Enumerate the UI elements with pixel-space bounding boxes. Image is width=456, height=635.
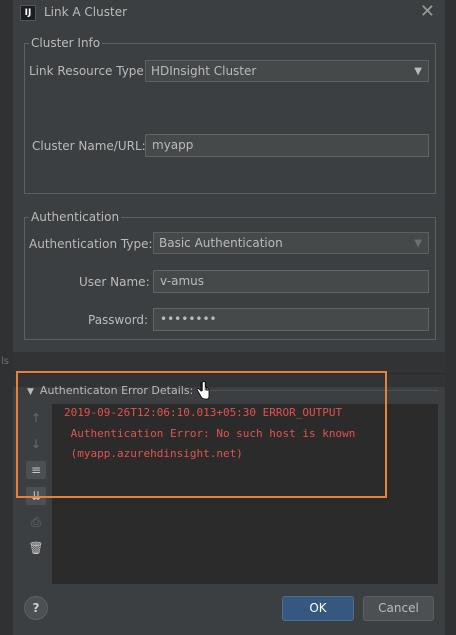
scroll-up-icon[interactable]: ↑ — [26, 409, 46, 427]
error-console[interactable]: 2019-09-26T12:06:10.013+05:30 ERROR_OUTP… — [52, 404, 438, 584]
link-resource-type-select[interactable]: HDInsight Cluster ▼ — [145, 60, 429, 82]
cluster-info-legend: Cluster Info — [31, 36, 101, 50]
hand-cursor-icon — [196, 381, 210, 400]
authentication-type-select[interactable]: Basic Authentication ▼ — [153, 232, 429, 254]
form-area: Cluster Info Link Resource Type: HDInsig… — [13, 27, 445, 352]
soft-wrap-icon[interactable]: ≡ — [26, 461, 46, 479]
splitter[interactable] — [13, 352, 445, 387]
background-window-left-edge: ls — [0, 0, 13, 635]
authentication-type-value: Basic Authentication — [159, 236, 283, 250]
background-window-fragment: ls — [1, 356, 9, 367]
print-icon[interactable]: ⎙ — [26, 513, 46, 531]
error-details-section: ▼ Authenticaton Error Details: 2019-09-26… — [13, 371, 445, 635]
user-name-label: User Name: — [79, 275, 150, 289]
console-line-3: (myapp.azurehdinsight.net) — [64, 447, 243, 460]
background-window-right-edge — [445, 0, 456, 635]
cluster-name-label: Cluster Name/URL: — [32, 139, 146, 153]
error-details-title: Authenticaton Error Details: — [39, 384, 194, 397]
intellij-app-icon: IJ — [20, 5, 36, 21]
triangle-down-icon: ▼ — [27, 387, 34, 397]
title-bar[interactable]: IJ Link A Cluster ✕ — [13, 0, 445, 27]
user-name-field[interactable]: v-amus — [153, 270, 429, 293]
console-line-2: Authentication Error: No such host is kn… — [64, 427, 356, 440]
error-details-toggle[interactable]: ▼ Authenticaton Error Details: — [27, 384, 193, 397]
password-field[interactable]: •••••••• — [153, 308, 429, 331]
authentication-type-label: Authentication Type: — [29, 237, 153, 251]
dialog-title: Link A Cluster — [44, 5, 128, 19]
help-button[interactable]: ? — [24, 596, 48, 620]
close-icon[interactable]: ✕ — [420, 1, 435, 22]
link-resource-type-value: HDInsight Cluster — [151, 64, 257, 78]
header-divider — [198, 390, 438, 391]
trash-icon[interactable]: 🗑 — [26, 539, 46, 557]
scroll-down-icon[interactable]: ↓ — [26, 435, 46, 453]
ok-button[interactable]: OK — [282, 596, 354, 621]
link-cluster-dialog: IJ Link A Cluster ✕ Cluster Info Link Re… — [13, 0, 445, 635]
splitter-line — [13, 373, 445, 374]
chevron-down-icon: ▼ — [414, 238, 422, 249]
cluster-name-field[interactable]: myapp — [145, 134, 429, 157]
chevron-down-icon: ▼ — [414, 66, 422, 77]
scroll-to-end-icon[interactable]: ⇊ — [26, 487, 46, 505]
console-line-1: 2019-09-26T12:06:10.013+05:30 ERROR_OUTP… — [64, 406, 343, 419]
link-resource-type-label: Link Resource Type: — [29, 64, 148, 78]
authentication-legend: Authentication — [31, 210, 120, 224]
cancel-button[interactable]: Cancel — [363, 596, 434, 621]
password-label: Password: — [88, 313, 149, 327]
